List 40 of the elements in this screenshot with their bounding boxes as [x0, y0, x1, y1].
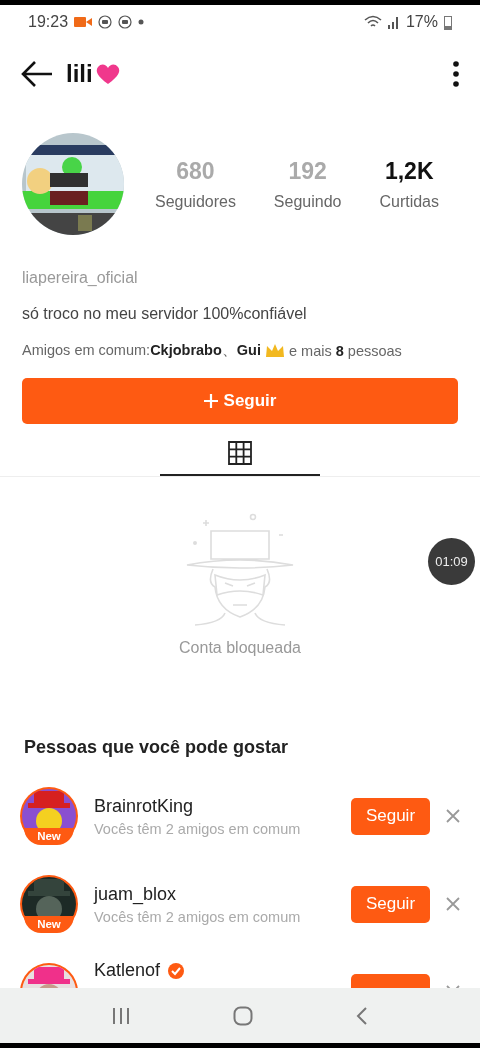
video-camera-icon	[74, 16, 93, 28]
mutual-friends-text: Vocês têm 2 amigos em comum	[94, 908, 302, 925]
stat-label[interactable]: Curtidas	[379, 192, 439, 211]
plus-icon	[203, 394, 218, 408]
stat-label[interactable]: Seguindo	[273, 192, 342, 211]
suggested-username[interactable]: juam_blox	[94, 883, 177, 905]
back-arrow-icon[interactable]	[20, 60, 54, 88]
dot-icon	[138, 19, 145, 25]
mutual-friends-count: e mais 8 pessoas	[289, 342, 402, 359]
mutual-friends-text: Vocês têm 2 amigos em comum	[94, 820, 302, 837]
battery-icon	[444, 14, 452, 30]
more-options-icon[interactable]	[452, 60, 460, 88]
new-badge: New	[24, 828, 74, 845]
profile-title: lili	[66, 60, 93, 88]
close-icon[interactable]	[446, 809, 460, 823]
wifi-icon	[363, 15, 382, 29]
suggested-username[interactable]: Katlenof	[94, 960, 161, 981]
suggested-username[interactable]: BrainrotKing	[94, 795, 194, 817]
username: liapereira_oficial	[22, 269, 139, 287]
battery-percentage: 17%	[405, 13, 438, 31]
stat-value[interactable]: 1,2K	[384, 157, 434, 185]
mutual-friends-text: Amigos em comum:Ckjobrabo、Gui	[22, 341, 261, 360]
new-badge: New	[24, 916, 74, 933]
timer-badge: 01:09	[428, 538, 475, 585]
clock: 19:23	[28, 13, 69, 31]
recent-apps-icon[interactable]	[111, 1006, 130, 1025]
follow-button[interactable]: Seguir	[351, 885, 430, 923]
back-icon[interactable]	[356, 1005, 369, 1026]
heart-icon	[94, 62, 121, 86]
follow-button[interactable]: Seguir	[351, 797, 430, 835]
crown-icon	[265, 342, 285, 359]
stat-label[interactable]: Seguidores	[154, 192, 236, 211]
blocked-message: Conta bloqueada	[179, 639, 301, 657]
section-heading: Pessoas que você pode gostar	[24, 737, 290, 758]
close-icon[interactable]	[446, 897, 460, 911]
bio-text: só troco no meu servidor 100%confiável	[22, 305, 308, 323]
grid-icon	[228, 441, 252, 465]
follow-button[interactable]: Seguir	[22, 378, 458, 424]
home-icon[interactable]	[233, 1005, 253, 1026]
signal-icon	[387, 15, 400, 29]
